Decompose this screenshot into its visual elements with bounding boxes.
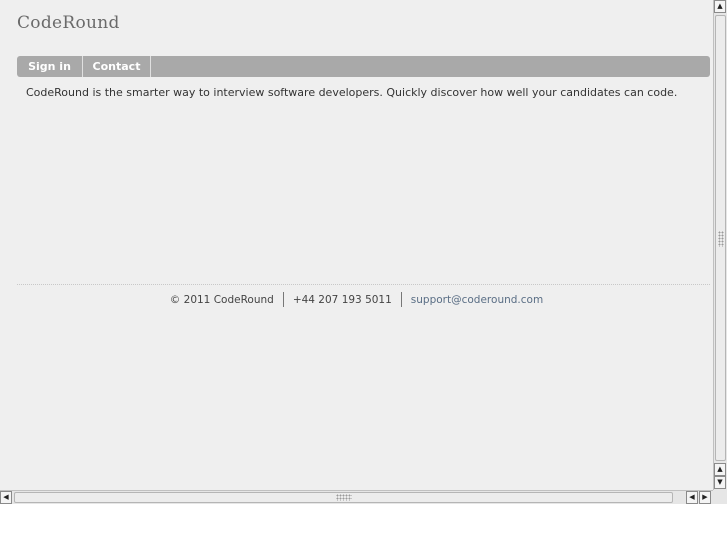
arrow-up-icon: ▲ (717, 2, 723, 10)
scroll-left-button-right[interactable]: ◀ (686, 491, 698, 504)
grip-icon (336, 494, 352, 501)
page-viewport: CodeRound Sign in Contact CodeRound is t… (0, 0, 713, 490)
scroll-left-button[interactable]: ◀ (0, 491, 12, 504)
site-title[interactable]: CodeRound (17, 13, 120, 33)
footer-divider (17, 284, 710, 285)
footer-email-link[interactable]: support@coderound.com (411, 294, 543, 306)
tagline: CodeRound is the smarter way to intervie… (26, 86, 678, 99)
horizontal-scroll-thumb[interactable] (14, 492, 673, 503)
nav-bar: Sign in Contact (17, 56, 710, 77)
arrow-down-icon: ▼ (717, 478, 723, 486)
arrow-left-icon: ◀ (689, 493, 695, 501)
scrollbar-corner (713, 490, 727, 504)
footer-phone: +44 207 193 5011 (292, 293, 392, 306)
arrow-right-icon: ▶ (702, 493, 708, 501)
horizontal-scrollbar[interactable]: ◀ ◀ ▶ (0, 490, 713, 504)
nav-contact[interactable]: Contact (83, 56, 151, 77)
scroll-up-button[interactable]: ▲ (714, 0, 726, 13)
grip-icon (718, 231, 724, 247)
scroll-right-button[interactable]: ▶ (699, 491, 711, 504)
nav-sign-in[interactable]: Sign in (17, 56, 83, 77)
footer-separator (282, 292, 284, 307)
vertical-scroll-thumb[interactable] (715, 15, 726, 461)
footer-separator (400, 292, 402, 307)
footer-copyright: © 2011 CodeRound (169, 293, 274, 306)
arrow-left-icon: ◀ (3, 493, 9, 501)
footer: © 2011 CodeRound +44 207 193 5011 suppor… (0, 292, 713, 307)
vertical-scrollbar[interactable]: ▲ ▲ ▼ (713, 0, 727, 490)
scroll-down-button[interactable]: ▼ (714, 476, 726, 489)
arrow-up-icon: ▲ (717, 465, 723, 473)
scroll-up-button-lower[interactable]: ▲ (714, 463, 726, 476)
